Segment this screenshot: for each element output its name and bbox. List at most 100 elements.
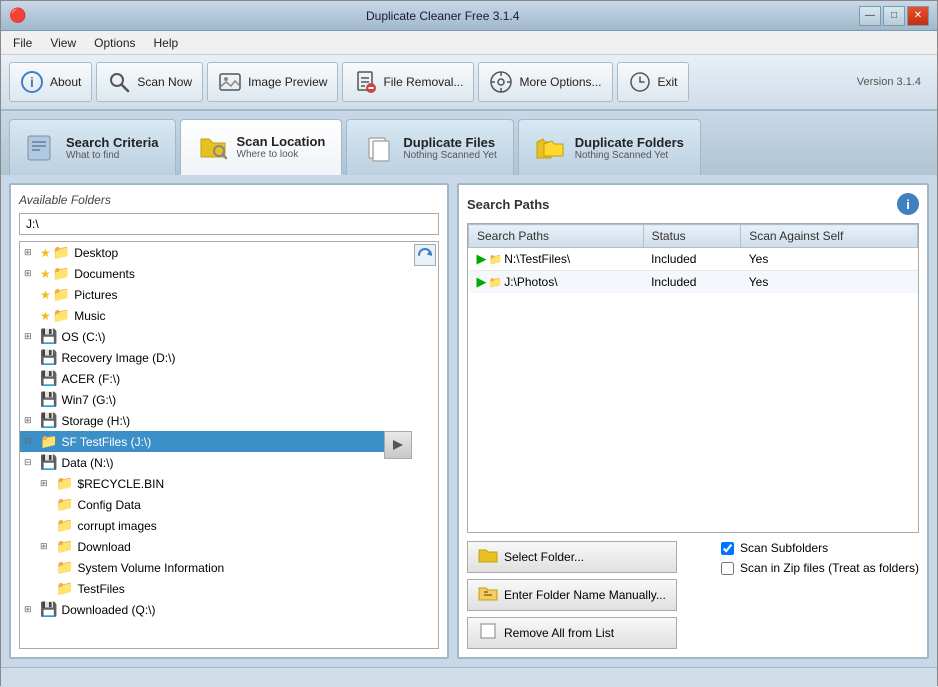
enter-folder-manually-label: Enter Folder Name Manually... — [504, 588, 666, 602]
action-buttons: Select Folder... Enter Folder Name Manua… — [467, 541, 677, 649]
remove-all-label: Remove All from List — [504, 626, 614, 640]
tab-duplicate-files-text: Duplicate Files Nothing Scanned Yet — [403, 135, 496, 161]
tree-item-pictures[interactable]: ★ 📁 Pictures — [20, 284, 412, 305]
menu-file[interactable]: File — [5, 34, 40, 52]
remove-all-button[interactable]: Remove All from List — [467, 617, 677, 649]
close-button[interactable]: ✕ — [907, 6, 929, 26]
tree-item-acer-f[interactable]: 💾 ACER (F:\) — [20, 368, 412, 389]
exit-icon — [628, 70, 652, 94]
row0-green-arrow: ▶ — [477, 251, 487, 267]
folder-path-input[interactable] — [19, 213, 439, 235]
tree-item-downloaded-q[interactable]: ⊞ 💾 Downloaded (Q:\) — [20, 599, 412, 620]
tab-duplicate-folders[interactable]: Duplicate Folders Nothing Scanned Yet — [518, 119, 701, 175]
table-row: ▶ 📁 N:\TestFiles\ Included Yes — [469, 248, 918, 271]
exit-label: Exit — [658, 75, 678, 89]
add-to-paths-button[interactable] — [384, 431, 412, 459]
select-folder-button[interactable]: Select Folder... — [467, 541, 677, 573]
image-preview-button[interactable]: Image Preview — [207, 62, 338, 102]
file-removal-icon — [353, 70, 377, 94]
image-preview-label: Image Preview — [248, 75, 327, 89]
status-bar — [1, 667, 937, 687]
main-content: Available Folders ⊞ ★ 📁 Desktop ⊞ ★ 📁 — [1, 175, 937, 667]
more-options-icon — [489, 70, 513, 94]
about-button[interactable]: i About — [9, 62, 92, 102]
about-label: About — [50, 75, 81, 89]
scan-zip-option: Scan in Zip files (Treat as folders) — [721, 561, 919, 575]
tree-item-data-n[interactable]: ⊟ 💾 Data (N:\) — [20, 452, 412, 473]
maximize-button[interactable]: □ — [883, 6, 905, 26]
menu-bar: File View Options Help — [1, 31, 937, 55]
tree-item-testfiles[interactable]: 📁 TestFiles — [20, 578, 412, 599]
folder-tree-wrapper: ⊞ ★ 📁 Desktop ⊞ ★ 📁 Documents ★ — [19, 241, 439, 649]
remove-all-icon — [478, 622, 498, 645]
svg-text:i: i — [30, 74, 34, 90]
tree-item-system-volume[interactable]: 📁 System Volume Information — [20, 557, 412, 578]
tab-duplicate-files[interactable]: Duplicate Files Nothing Scanned Yet — [346, 119, 513, 175]
row1-folder-icon: 📁 — [489, 276, 503, 289]
tab-scan-location[interactable]: Scan Location Where to look — [180, 119, 343, 175]
enter-folder-manually-button[interactable]: Enter Folder Name Manually... — [467, 579, 677, 611]
row0-status: Included — [643, 248, 741, 271]
table-body: ▶ 📁 N:\TestFiles\ Included Yes ▶ — [469, 248, 918, 294]
scan-now-label: Scan Now — [137, 75, 192, 89]
tree-item-win7-g[interactable]: 💾 Win7 (G:\) — [20, 389, 412, 410]
info-button[interactable]: i — [897, 193, 919, 215]
exit-button[interactable]: Exit — [617, 62, 689, 102]
select-folder-icon — [478, 546, 498, 569]
enter-folder-icon — [478, 584, 498, 607]
title-bar-controls: — □ ✕ — [859, 6, 929, 26]
col-scan-against-self: Scan Against Self — [741, 225, 918, 248]
file-removal-button[interactable]: File Removal... — [342, 62, 474, 102]
tree-item-desktop[interactable]: ⊞ ★ 📁 Desktop — [20, 242, 412, 263]
scan-now-button[interactable]: Scan Now — [96, 62, 203, 102]
scan-subfolders-checkbox[interactable] — [721, 542, 734, 555]
duplicate-folders-icon — [535, 132, 567, 164]
available-folders-title: Available Folders — [19, 193, 439, 207]
row1-scan-self: Yes — [741, 271, 918, 294]
search-paths-table-container: Search Paths Status Scan Against Self ▶ … — [467, 223, 919, 533]
more-options-button[interactable]: More Options... — [478, 62, 612, 102]
menu-options[interactable]: Options — [86, 34, 143, 52]
tree-item-documents[interactable]: ⊞ ★ 📁 Documents — [20, 263, 412, 284]
row1-path: ▶ 📁 J:\Photos\ — [469, 271, 644, 294]
row1-status: Included — [643, 271, 741, 294]
tree-item-sf-testfiles-j[interactable]: ⊟ 📁 SF TestFiles (J:\) — [20, 431, 412, 452]
menu-view[interactable]: View — [42, 34, 84, 52]
tree-item-corrupt-images[interactable]: 📁 corrupt images — [20, 515, 412, 536]
row0-scan-self: Yes — [741, 248, 918, 271]
select-folder-label: Select Folder... — [504, 550, 584, 564]
more-options-label: More Options... — [519, 75, 601, 89]
tab-duplicate-folders-text: Duplicate Folders Nothing Scanned Yet — [575, 135, 684, 161]
tree-item-os-c[interactable]: ⊞ 💾 OS (C:\) — [20, 326, 412, 347]
tree-item-recycle-bin[interactable]: ⊞ 📁 $RECYCLE.BIN — [20, 473, 412, 494]
tree-item-recovery-d[interactable]: 💾 Recovery Image (D:\) — [20, 347, 412, 368]
minimize-button[interactable]: — — [859, 6, 881, 26]
scan-subfolders-label: Scan Subfolders — [740, 541, 828, 555]
table-row: ▶ 📁 J:\Photos\ Included Yes — [469, 271, 918, 294]
toolbar: i About Scan Now Image Preview File Remo… — [1, 55, 937, 111]
left-panel: Available Folders ⊞ ★ 📁 Desktop ⊞ ★ 📁 — [9, 183, 449, 659]
tree-item-config-data[interactable]: 📁 Config Data — [20, 494, 412, 515]
tree-item-download[interactable]: ⊞ 📁 Download — [20, 536, 412, 557]
table-header: Search Paths Status Scan Against Self — [469, 225, 918, 248]
right-panel: Search Paths i Search Paths Status Scan … — [457, 183, 929, 659]
image-preview-icon — [218, 70, 242, 94]
col-status: Status — [643, 225, 741, 248]
tab-navigation: Search Criteria What to find Scan Locati… — [1, 111, 937, 175]
app-icon: 🔴 — [9, 7, 26, 24]
options-section: Scan Subfolders Scan in Zip files (Treat… — [721, 541, 919, 575]
bottom-buttons: Select Folder... Enter Folder Name Manua… — [467, 541, 919, 649]
scan-zip-checkbox[interactable] — [721, 562, 734, 575]
tab-search-criteria-text: Search Criteria What to find — [66, 135, 159, 161]
search-criteria-icon — [26, 132, 58, 164]
menu-help[interactable]: Help — [146, 34, 187, 52]
refresh-tree-button[interactable] — [414, 244, 436, 266]
scan-location-icon — [197, 131, 229, 163]
tab-scan-location-text: Scan Location Where to look — [237, 134, 326, 160]
row0-folder-icon: 📁 — [489, 253, 503, 266]
folder-tree[interactable]: ⊞ ★ 📁 Desktop ⊞ ★ 📁 Documents ★ — [20, 242, 438, 648]
tree-item-music[interactable]: ★ 📁 Music — [20, 305, 412, 326]
tab-search-criteria[interactable]: Search Criteria What to find — [9, 119, 176, 175]
version-text: Version 3.1.4 — [857, 76, 921, 88]
tree-item-storage-h[interactable]: ⊞ 💾 Storage (H:\) — [20, 410, 412, 431]
